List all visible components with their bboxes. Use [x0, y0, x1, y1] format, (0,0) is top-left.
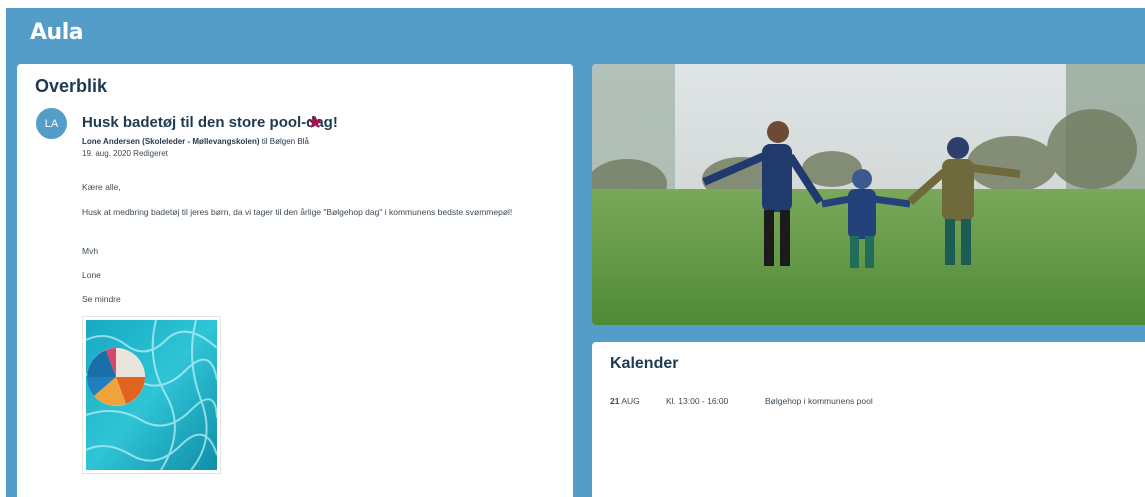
- post-recipient: Bølgen Blå: [269, 137, 309, 146]
- post-message: Husk at medbring badetøj til jeres børn,…: [82, 207, 513, 217]
- calendar-title: Kalender: [610, 355, 679, 372]
- post-closing: Mvh: [82, 246, 99, 256]
- avatar-initials: LA: [44, 117, 59, 130]
- event-title[interactable]: Bølgehop i kommunens pool: [765, 396, 873, 406]
- post-edited: Redigeret: [133, 149, 168, 158]
- calendar-card: Kalender 21 AUG Kl. 13:00 - 16:00 Bølgeh…: [592, 342, 1145, 497]
- post-signature: Lone: [82, 270, 101, 280]
- event-month: AUG: [621, 396, 640, 406]
- event-date: 21 AUG: [610, 396, 640, 406]
- post-date-line: 19. aug. 2020 Redigeret: [82, 149, 168, 158]
- overview-card: Overblik LA Husk badetøj til den store p…: [17, 64, 573, 497]
- overview-title: Overblik: [35, 76, 108, 96]
- children-field-photo: [592, 64, 1145, 325]
- see-less-link[interactable]: Se mindre: [82, 292, 121, 306]
- cover-photo: [592, 64, 1145, 325]
- post-greeting: Kære alle,: [82, 182, 121, 192]
- aula-logo[interactable]: Aula: [30, 20, 84, 45]
- author-avatar[interactable]: LA: [36, 108, 67, 139]
- post-date: 19. aug. 2020: [82, 149, 131, 158]
- pool-ball-picture: [85, 319, 218, 471]
- pool-image[interactable]: [82, 316, 221, 474]
- post-title: Husk badetøj til den store pool-dag!: [82, 114, 338, 131]
- event-day: 21: [610, 396, 620, 406]
- event-time: Kl. 13:00 - 16:00: [666, 396, 729, 406]
- post-author[interactable]: Lone Andersen (Skoleleder - Møllevangsko…: [82, 137, 260, 146]
- post-author-line: Lone Andersen (Skoleleder - Møllevangsko…: [82, 137, 309, 146]
- star-icon[interactable]: [307, 114, 323, 130]
- recipient-prefix: til: [261, 137, 268, 146]
